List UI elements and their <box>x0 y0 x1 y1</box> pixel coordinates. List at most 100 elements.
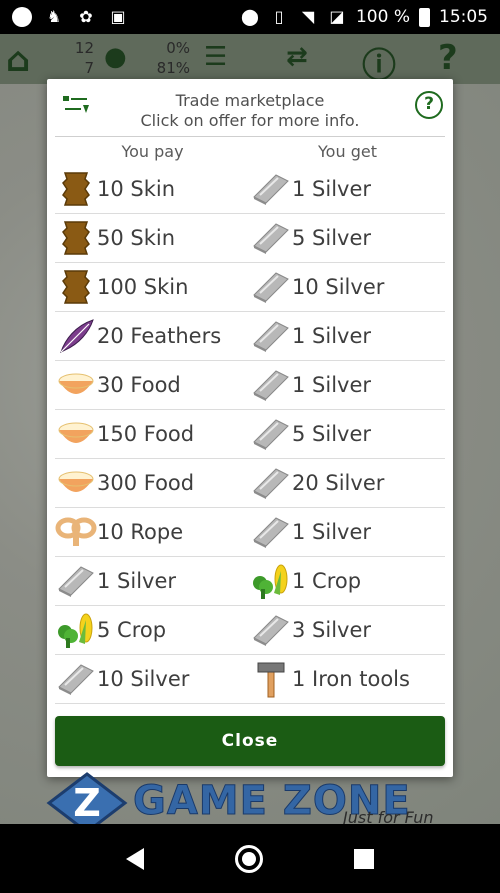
pay-amount: 100 Skin <box>97 275 189 299</box>
you-pay-header: You pay <box>121 141 184 161</box>
pay-amount: 10 Skin <box>97 177 176 201</box>
trade-toolbar-icon[interactable]: ⇄ <box>286 42 308 72</box>
trade-offer-row[interactable]: 10 Skin 1 Silver <box>55 165 445 214</box>
pay-amount: 5 Crop <box>97 618 167 642</box>
svg-text:Z: Z <box>73 781 101 825</box>
get-cell: 10 Silver <box>250 263 445 311</box>
get-amount: 3 Silver <box>292 618 372 642</box>
silver-icon <box>250 414 292 454</box>
trade-offer-row[interactable]: 50 Skin 5 Silver <box>55 214 445 263</box>
get-cell: 1 Silver <box>250 312 445 360</box>
home-nav-icon[interactable] <box>234 844 263 873</box>
rope-icon <box>55 512 97 552</box>
get-amount: 1 Crop <box>292 569 362 593</box>
get-cell: 1 Silver <box>250 165 445 213</box>
get-amount: 1 Iron tools <box>292 667 410 691</box>
pay-amount: 10 Rope <box>97 520 184 544</box>
get-cell: 1 Silver <box>250 508 445 556</box>
wifi-icon: ◥ <box>301 7 315 26</box>
silver-icon <box>250 267 292 307</box>
trade-offer-row[interactable]: 1 Silver 1 Crop <box>55 557 445 606</box>
skin-icon <box>55 267 97 307</box>
close-button[interactable]: Close <box>55 716 445 766</box>
help-icon[interactable]: ? <box>415 91 443 119</box>
trade-offer-row[interactable]: 30 Food 1 Silver <box>55 361 445 410</box>
notification-dot-icon <box>12 7 32 27</box>
get-cell: 1 Silver <box>250 361 445 409</box>
game-toolbar: ⌂ 12 7 ● 0% 81% ☰ ⇄ ⓘ ? <box>0 34 500 86</box>
dialog-title: Trade marketplace Click on offer for mor… <box>55 91 445 131</box>
pay-cell: 10 Rope <box>55 508 250 556</box>
progress-stats: 0% 81% <box>156 39 190 77</box>
silver-icon <box>250 512 292 552</box>
get-amount: 1 Silver <box>292 520 372 544</box>
pay-amount: 10 Silver <box>97 667 190 691</box>
crop-icon <box>250 561 292 601</box>
get-amount: 20 Silver <box>292 471 385 495</box>
pay-amount: 1 Silver <box>97 569 177 593</box>
get-cell: 5 Silver <box>250 214 445 262</box>
silver-icon <box>250 169 292 209</box>
game-notification-icon: ♞ <box>46 7 62 26</box>
pay-cell: 1 Silver <box>55 557 250 605</box>
vibrate-icon: ▯ <box>274 7 284 26</box>
trade-offer-row[interactable]: 5 Crop 3 Silver <box>55 606 445 655</box>
location-icon: ⬤ <box>241 7 259 26</box>
no-signal-icon: ◪ <box>329 7 345 26</box>
clock: 15:05 <box>439 7 488 27</box>
status-bar: ♞ ✿ ▣ ⬤ ▯ ◥ ◪ 100 % 15:05 <box>0 0 500 34</box>
food-icon <box>55 463 97 503</box>
food-icon <box>55 414 97 454</box>
get-amount: 1 Silver <box>292 177 372 201</box>
get-amount: 5 Silver <box>292 422 372 446</box>
pay-amount: 30 Food <box>97 373 181 397</box>
skin-icon <box>55 218 97 258</box>
trade-offer-row[interactable]: 10 Rope 1 Silver <box>55 508 445 557</box>
get-amount: 5 Silver <box>292 226 372 250</box>
feather-icon <box>55 316 97 356</box>
pay-cell: 100 Skin <box>55 263 250 311</box>
get-cell: 20 Silver <box>250 459 445 507</box>
battery-icon <box>419 7 430 27</box>
pay-cell: 5 Crop <box>55 606 250 654</box>
food-icon <box>55 365 97 405</box>
silver-icon <box>55 561 97 601</box>
dialog-subtitle-text: Click on offer for more info. <box>140 111 360 130</box>
silver-icon <box>250 365 292 405</box>
list-icon[interactable]: ☰ <box>204 42 227 72</box>
trade-offer-row[interactable]: 300 Food 20 Silver <box>55 459 445 508</box>
dialog-header: Trade marketplace Click on offer for mor… <box>55 79 445 137</box>
help-toolbar-icon[interactable]: ? <box>438 38 458 78</box>
trade-offer-row[interactable]: 100 Skin 10 Silver <box>55 263 445 312</box>
pay-cell: 150 Food <box>55 410 250 458</box>
app-notification-icon: ✿ <box>79 7 93 26</box>
skin-icon <box>55 169 97 209</box>
offers-list: 10 Skin 1 Silver 50 Skin 5 Silver 100 Skin 10… <box>55 165 445 709</box>
get-cell: 1 Crop <box>250 557 445 605</box>
get-cell: 5 Silver <box>250 410 445 458</box>
pay-cell: 300 Food <box>55 459 250 507</box>
recents-icon[interactable] <box>354 848 375 869</box>
battery-percentage: 100 % <box>355 7 410 27</box>
sack-icon: ● <box>104 42 127 72</box>
pay-amount: 300 Food <box>97 471 195 495</box>
dialog-title-text: Trade marketplace <box>175 91 325 110</box>
silver-icon <box>250 610 292 650</box>
trade-offer-row[interactable]: 20 Feathers 1 Silver <box>55 312 445 361</box>
pay-cell: 20 Feathers <box>55 312 250 360</box>
pay-amount: 50 Skin <box>97 226 176 250</box>
image-notification-icon: ▣ <box>110 7 126 26</box>
home-icon[interactable]: ⌂ <box>6 40 30 80</box>
you-get-header: You get <box>318 141 377 161</box>
silver-icon <box>250 218 292 258</box>
back-icon[interactable] <box>125 847 144 870</box>
trade-offer-row[interactable]: 150 Food 5 Silver <box>55 410 445 459</box>
pay-cell: 10 Skin <box>55 165 250 213</box>
trade-offer-row[interactable]: 10 Silver 1 Iron tools <box>55 655 445 704</box>
silver-icon <box>250 316 292 356</box>
get-amount: 1 Silver <box>292 373 372 397</box>
silver-icon <box>55 659 97 699</box>
pay-amount: 150 Food <box>97 422 195 446</box>
pay-amount: 20 Feathers <box>97 324 222 348</box>
silver-icon <box>250 463 292 503</box>
